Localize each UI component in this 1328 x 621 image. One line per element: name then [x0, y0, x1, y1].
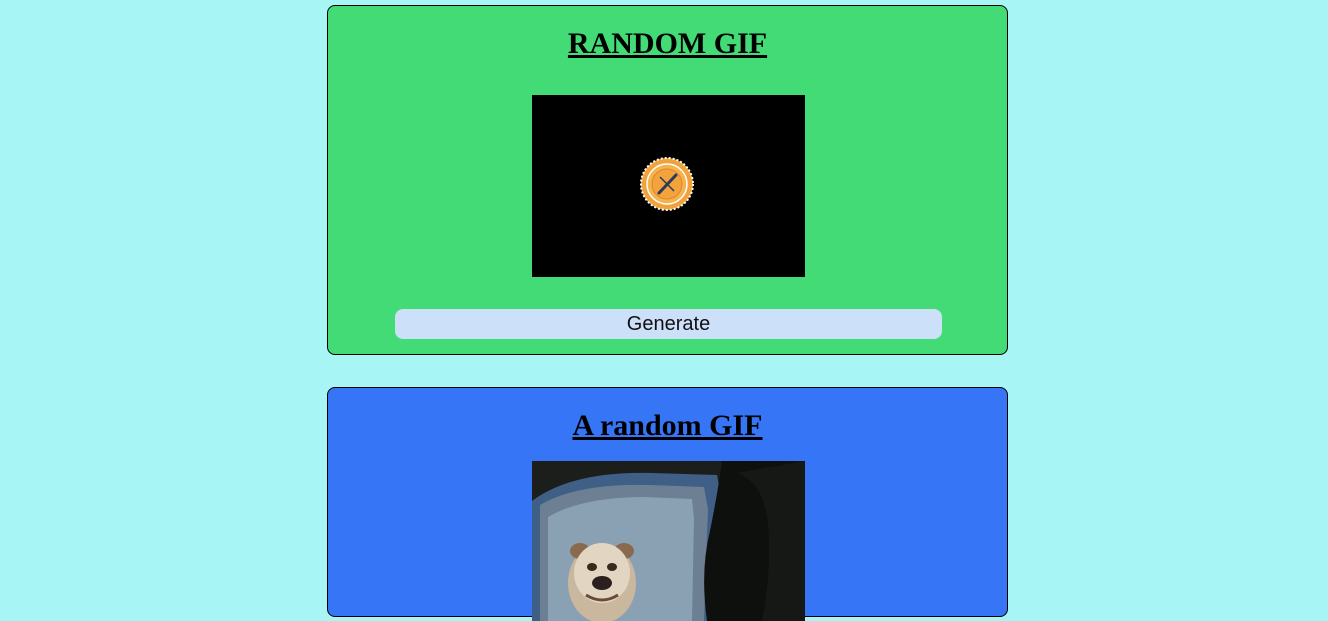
- random-gif-card: RANDOM GIF Generate: [327, 5, 1008, 355]
- tag-gif-image: [532, 461, 805, 621]
- tag-gif-title: A random GIF: [572, 409, 763, 442]
- tag-gif-card: A random GIF: [327, 387, 1008, 621]
- generate-button[interactable]: Generate: [395, 309, 942, 339]
- loading-spinner-icon: [532, 95, 805, 277]
- random-gif-title: RANDOM GIF: [567, 27, 768, 60]
- random-gif-image: [532, 95, 805, 277]
- dog-gif-picture: [532, 461, 805, 621]
